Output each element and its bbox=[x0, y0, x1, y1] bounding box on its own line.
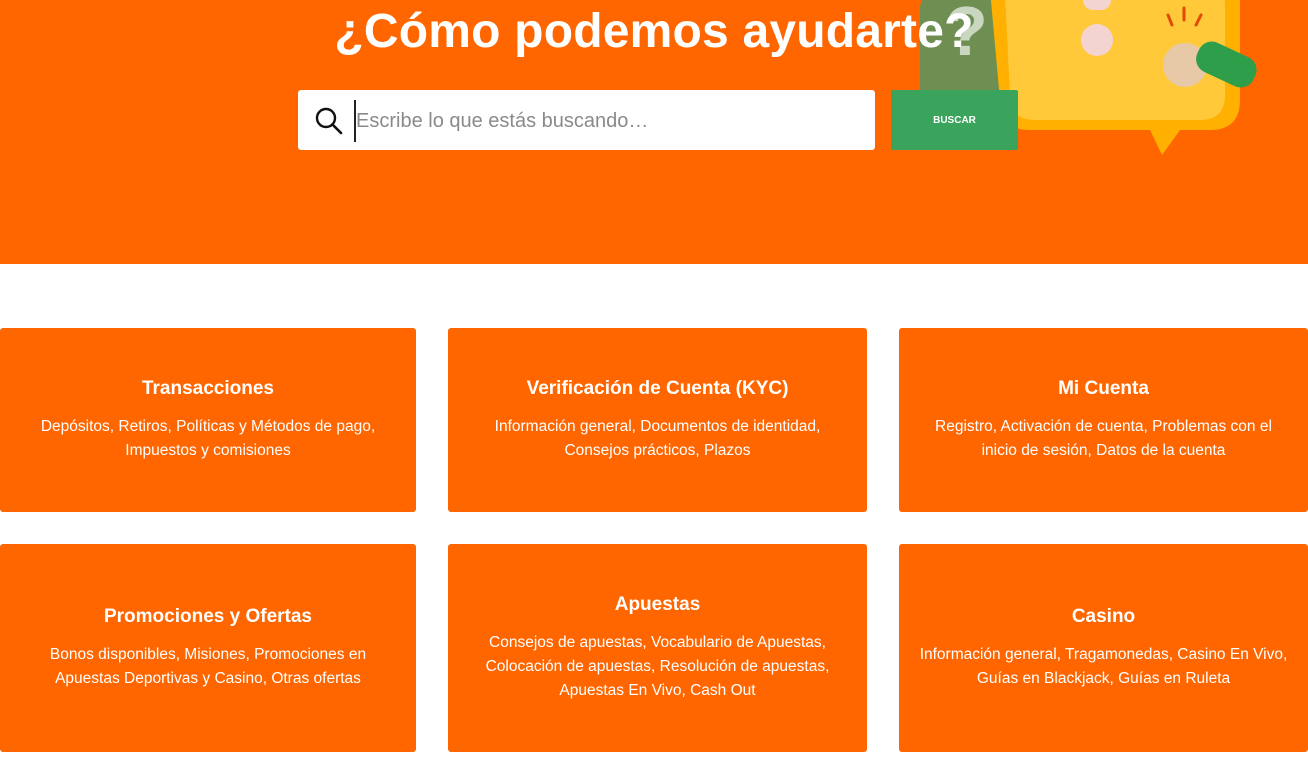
category-card-casino[interactable]: Casino Información general, Tragamonedas… bbox=[899, 544, 1308, 752]
search-icon bbox=[315, 107, 343, 135]
category-card-mi-cuenta[interactable]: Mi Cuenta Registro, Activación de cuenta… bbox=[899, 328, 1308, 512]
hero-banner: ? ¿Cómo podemos ayudarte? BUSCAR bbox=[0, 0, 1308, 264]
search-box bbox=[298, 90, 875, 150]
card-description: Información general, Documentos de ident… bbox=[494, 418, 821, 459]
card-description: Bonos disponibles, Misiones, Promociones… bbox=[49, 646, 367, 687]
card-description: Consejos de apuestas, Vocabulario de Apu… bbox=[485, 634, 830, 699]
category-card-transacciones[interactable]: Transacciones Depósitos, Retiros, Políti… bbox=[0, 328, 416, 512]
search-input[interactable] bbox=[354, 100, 863, 142]
category-card-verificacion[interactable]: Verificación de Cuenta (KYC) Información… bbox=[448, 328, 867, 512]
category-card-promociones[interactable]: Promociones y Ofertas Bonos disponibles,… bbox=[0, 544, 416, 752]
card-title: Transacciones bbox=[141, 378, 275, 399]
card-title: Apuestas bbox=[614, 594, 701, 615]
category-card-apuestas[interactable]: Apuestas Consejos de apuestas, Vocabular… bbox=[448, 544, 867, 752]
search-button[interactable]: BUSCAR bbox=[891, 90, 1018, 150]
card-description: Información general, Tragamonedas, Casin… bbox=[919, 646, 1288, 687]
card-title: Casino bbox=[1071, 606, 1136, 627]
card-title: Verificación de Cuenta (KYC) bbox=[526, 378, 789, 399]
page-title: ¿Cómo podemos ayudarte? bbox=[334, 5, 974, 58]
card-title: Promociones y Ofertas bbox=[103, 606, 313, 627]
card-title: Mi Cuenta bbox=[1058, 378, 1149, 399]
card-description: Registro, Activación de cuenta, Problema… bbox=[935, 418, 1272, 459]
card-description: Depósitos, Retiros, Políticas y Métodos … bbox=[40, 418, 376, 459]
